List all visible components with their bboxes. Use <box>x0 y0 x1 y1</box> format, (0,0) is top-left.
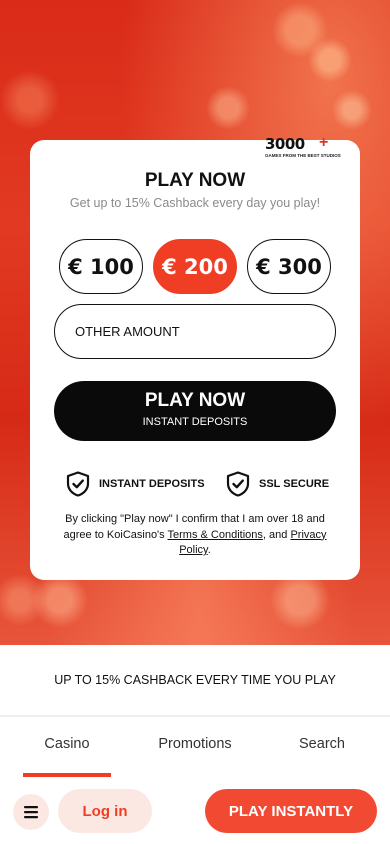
feature-ssl-secure: SSL SECURE <box>226 471 329 497</box>
tab-promotions[interactable]: Promotions <box>140 736 250 752</box>
hamburger-icon <box>24 806 38 819</box>
legal-text: By clicking "Play now" I confirm that I … <box>54 512 336 559</box>
play-instantly-button[interactable]: PLAY INSTANTLY <box>205 789 377 833</box>
play-now-label: PLAY NOW <box>144 390 246 411</box>
games-count-badge: 3000 + GAMES FROM THE BEST STUDIOS <box>265 134 341 161</box>
badge-number: 3000 <box>265 135 305 153</box>
other-amount-input[interactable]: OTHER AMOUNT <box>54 304 336 359</box>
active-tab-indicator <box>23 773 111 777</box>
legal-suffix: . <box>207 544 211 556</box>
divider <box>0 715 390 717</box>
play-now-sublabel: INSTANT DEPOSITS <box>142 416 248 428</box>
amount-200-button[interactable]: € 200 <box>153 239 237 294</box>
login-button[interactable]: Log in <box>58 789 152 833</box>
tab-casino[interactable]: Casino <box>23 736 111 752</box>
cashback-banner: UP TO 15% CASHBACK EVERY TIME YOU PLAY <box>54 673 336 687</box>
badge-plus: + <box>319 134 329 151</box>
amount-300-button[interactable]: € 300 <box>247 239 331 294</box>
amount-100-button[interactable]: € 100 <box>59 239 143 294</box>
feature-label: INSTANT DEPOSITS <box>99 478 205 490</box>
other-amount-placeholder: OTHER AMOUNT <box>75 324 180 339</box>
feature-instant-deposits: INSTANT DEPOSITS <box>66 471 205 497</box>
legal-middle: , and <box>262 528 291 541</box>
feature-label: SSL SECURE <box>259 478 330 490</box>
terms-link[interactable]: Terms & Conditions <box>168 529 263 541</box>
badge-caption: GAMES FROM THE BEST STUDIOS <box>265 153 341 158</box>
shield-check-icon <box>66 471 90 497</box>
menu-button[interactable] <box>13 794 49 830</box>
tab-search[interactable]: Search <box>280 736 364 752</box>
offer-subtitle: Get up to 15% Cashback every day you pla… <box>69 196 321 210</box>
shield-check-icon <box>226 471 250 497</box>
offer-title: PLAY NOW <box>144 170 246 191</box>
play-now-button[interactable]: PLAY NOW INSTANT DEPOSITS <box>54 381 336 441</box>
